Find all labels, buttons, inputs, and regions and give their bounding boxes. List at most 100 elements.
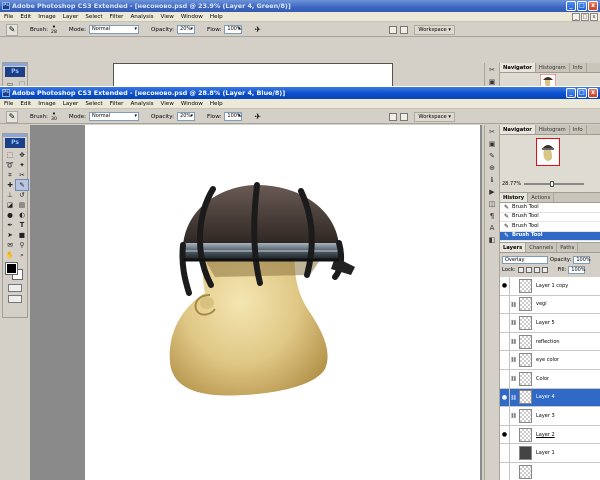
layer-link-icon[interactable] — [510, 463, 517, 480]
hand-tool-icon[interactable]: ✋ — [4, 250, 16, 260]
layer-row[interactable]: ⛓ eye color — [500, 351, 600, 370]
minimize-button[interactable]: _ — [566, 88, 576, 98]
layer-link-icon[interactable]: ⛓ — [510, 314, 517, 332]
workspace-menu[interactable]: Workspace ▾ — [414, 112, 455, 122]
paragraph-dock-icon[interactable]: ¶ — [486, 211, 498, 221]
visibility-eye-icon[interactable] — [500, 314, 510, 332]
back-tab-navigator[interactable]: Navigator — [500, 63, 536, 72]
menu-window[interactable]: Window — [181, 14, 203, 20]
layer-link-icon[interactable]: ⛓ — [510, 370, 517, 388]
tab-actions[interactable]: Actions — [528, 193, 555, 202]
eraser-tool-icon[interactable]: ◪ — [4, 200, 16, 210]
menu-help[interactable]: Help — [210, 14, 223, 20]
flow-field[interactable]: 100% — [224, 112, 243, 121]
back-tab-histogram[interactable]: Histogram — [536, 63, 570, 72]
slice-tool-icon[interactable]: ✂ — [16, 170, 28, 180]
visibility-eye-icon[interactable]: ● — [500, 425, 510, 444]
crop-tool-icon[interactable]: ⌗ — [4, 170, 16, 180]
visibility-eye-icon[interactable] — [500, 462, 510, 480]
layer-comps-dock-icon[interactable]: ◫ — [486, 199, 498, 209]
visibility-eye-icon[interactable] — [500, 407, 510, 425]
layer-row[interactable]: ⛓ Layer 3 — [500, 407, 600, 426]
doc-close-button[interactable]: x — [590, 13, 598, 21]
layer-row[interactable]: ⛓ Layer 5 — [500, 314, 600, 333]
zoom-slider-knob[interactable] — [550, 181, 554, 187]
menu-select[interactable]: Select — [85, 14, 102, 20]
magic-wand-tool-icon[interactable]: ✦ — [16, 160, 28, 170]
close-button[interactable]: x — [588, 1, 598, 11]
move-tool-icon[interactable]: ✥ — [16, 150, 28, 160]
airbrush-icon[interactable]: ✈ — [254, 112, 261, 121]
brush-preset-picker[interactable]: • 30 — [51, 110, 57, 124]
menu-filter[interactable]: Filter — [110, 14, 124, 20]
layer-link-icon[interactable] — [510, 426, 517, 444]
layer-row[interactable] — [500, 462, 600, 480]
doc-maximize-button[interactable]: □ — [581, 13, 589, 21]
screen-mode-button[interactable] — [8, 295, 22, 303]
tab-history[interactable]: History — [500, 193, 529, 202]
back-titlebar[interactable]: Ps Adobe Photoshop CS3 Extended - [несон… — [0, 0, 600, 12]
menu-layer[interactable]: Layer — [63, 101, 79, 107]
blur-tool-icon[interactable]: ● — [4, 210, 16, 220]
visibility-eye-icon[interactable] — [500, 369, 510, 388]
tab-histogram[interactable]: Histogram — [536, 125, 570, 134]
navigator-zoom-slider[interactable] — [524, 181, 584, 187]
navigator-thumbnail[interactable] — [536, 138, 560, 166]
menu-filter[interactable]: Filter — [110, 101, 124, 107]
tab-paths[interactable]: Paths — [557, 243, 579, 252]
opacity-field[interactable]: 20% — [177, 112, 196, 121]
menu-file[interactable]: File — [4, 14, 13, 20]
layer-link-icon[interactable]: ⛓ — [510, 333, 517, 351]
maximize-button[interactable]: □ — [577, 1, 587, 11]
healing-brush-tool-icon[interactable]: ✚ — [4, 180, 16, 190]
opacity-field[interactable]: 20% — [177, 25, 196, 34]
doc-minimize-button[interactable]: _ — [572, 13, 580, 21]
layer-row[interactable]: ⛓ vegi — [500, 295, 600, 315]
visibility-eye-icon[interactable] — [500, 444, 510, 462]
document-canvas[interactable] — [85, 125, 480, 480]
tab-info[interactable]: Info — [570, 125, 587, 134]
brushes-dock-icon[interactable]: ✎ — [486, 151, 498, 161]
history-item-current[interactable]: ✎ Brush Tool — [500, 231, 600, 241]
menu-image[interactable]: Image — [38, 101, 56, 107]
layer-row[interactable]: ⛓ reflection — [500, 332, 600, 352]
tab-layers[interactable]: Layers — [500, 243, 527, 252]
layer-row[interactable]: ⛓ Color — [500, 369, 600, 389]
front-photoshop-window[interactable]: Ps Adobe Photoshop CS3 Extended - [несон… — [0, 86, 600, 480]
menu-select[interactable]: Select — [85, 101, 102, 107]
eyedropper-tool-icon[interactable]: ⚲ — [16, 240, 28, 250]
type-tool-icon[interactable]: T — [16, 220, 28, 230]
workspace-menu[interactable]: Workspace ▾ — [414, 25, 455, 35]
mode-select[interactable]: Normal — [89, 112, 140, 121]
tools-dock-icon[interactable]: ✂ — [486, 127, 498, 137]
menu-window[interactable]: Window — [181, 101, 203, 107]
menu-image[interactable]: Image — [38, 14, 56, 20]
shape-tool-icon[interactable]: ■ — [16, 230, 28, 240]
lock-position-icon[interactable] — [533, 267, 540, 273]
path-selection-tool-icon[interactable]: ➤ — [4, 230, 16, 240]
canvas-workspace[interactable] — [30, 125, 482, 480]
tab-channels[interactable]: Channels — [526, 243, 558, 252]
menu-view[interactable]: View — [161, 14, 174, 20]
layer-opacity-field[interactable]: 100% — [573, 256, 591, 264]
info-dock-icon[interactable]: ℹ — [486, 175, 498, 185]
character-dock-icon[interactable]: A — [486, 223, 498, 233]
brush-preset-picker[interactable]: • 28 — [51, 23, 57, 37]
color-swatches[interactable] — [5, 262, 27, 281]
layer-link-icon[interactable] — [510, 444, 517, 462]
mode-select[interactable]: Normal — [89, 25, 140, 34]
fill-field[interactable]: 100% — [568, 266, 586, 274]
pen-tool-icon[interactable]: ✒ — [4, 220, 16, 230]
lasso-tool-icon[interactable]: ➰ — [4, 160, 16, 170]
menu-edit[interactable]: Edit — [20, 14, 31, 20]
clone-source-dock-icon[interactable]: ⊕ — [486, 163, 498, 173]
notes-tool-icon[interactable]: ✉ — [4, 240, 16, 250]
layer-row[interactable]: ● Layer 2 — [500, 425, 600, 445]
clone-stamp-tool-icon[interactable]: ⊥ — [4, 190, 16, 200]
menu-layer[interactable]: Layer — [63, 14, 79, 20]
menu-file[interactable]: File — [4, 101, 13, 107]
visibility-eye-icon[interactable] — [500, 295, 510, 314]
front-titlebar[interactable]: Ps Adobe Photoshop CS3 Extended - [несон… — [0, 87, 600, 99]
actions-dock-icon[interactable]: ▶ — [486, 187, 498, 197]
marquee-tool-icon[interactable]: ⬚ — [4, 150, 16, 160]
